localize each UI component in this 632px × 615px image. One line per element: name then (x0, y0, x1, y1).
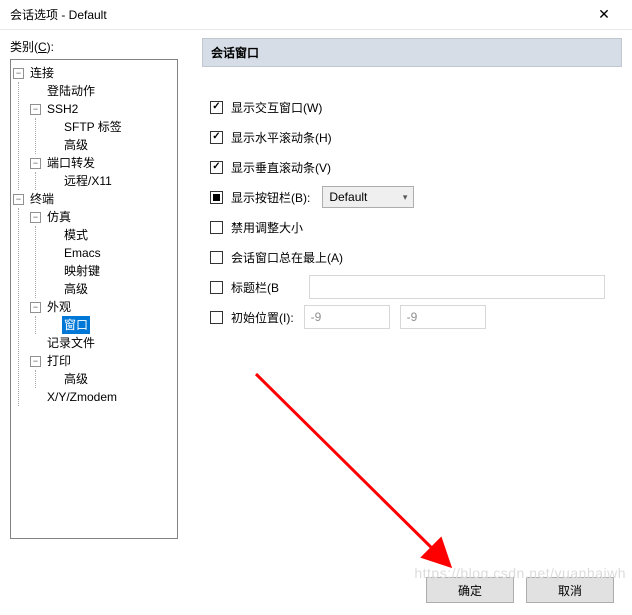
tree-label: SFTP 标签 (62, 118, 124, 136)
init-pos-x[interactable] (304, 305, 390, 329)
tree-item-log[interactable]: 记录文件 (30, 334, 175, 352)
opt-show-btnbar[interactable]: 显示按钮栏(B): Default ▾ (210, 183, 622, 211)
tree-label: 窗口 (62, 316, 90, 334)
opt-titlebar[interactable]: 标题栏(B (210, 273, 622, 301)
tree-item-mapkeys[interactable]: 映射键 (47, 262, 175, 280)
tree-item-logon[interactable]: 登陆动作 (30, 82, 175, 100)
tree-label: 高级 (62, 280, 90, 298)
collapse-icon[interactable]: − (13, 68, 24, 79)
checkbox-label: 标题栏(B (231, 279, 279, 296)
tree-item-sftp[interactable]: SFTP 标签 (47, 118, 175, 136)
tree-item-emulation[interactable]: − 仿真 (30, 208, 175, 226)
checkbox-icon[interactable] (210, 161, 223, 174)
checkbox-icon[interactable] (210, 281, 223, 294)
btnbar-select[interactable]: Default ▾ (322, 186, 414, 208)
opt-always-top[interactable]: 会话窗口总在最上(A) (210, 243, 622, 271)
tree-item-ssh2-adv[interactable]: 高级 (47, 136, 175, 154)
chevron-down-icon: ▾ (403, 192, 408, 203)
checkbox-label: 显示垂直滚动条(V) (231, 159, 331, 176)
collapse-icon[interactable]: − (30, 212, 41, 223)
checkbox-label: 显示按钮栏(B): (231, 189, 310, 206)
tree-label: 高级 (62, 370, 90, 388)
checkbox-label: 初始位置(I): (231, 309, 294, 326)
tree-label: 连接 (28, 64, 56, 82)
select-value: Default (329, 190, 367, 204)
tree-label: Emacs (62, 244, 103, 262)
checkbox-icon[interactable] (210, 101, 223, 114)
tree-label: X/Y/Zmodem (45, 388, 119, 406)
tree-label: 模式 (62, 226, 90, 244)
tree-item-xyz[interactable]: X/Y/Zmodem (30, 388, 175, 406)
category-tree[interactable]: − 连接 登陆动作 − SSH2 SFTP 标签 (10, 59, 178, 539)
tree-label: 记录文件 (45, 334, 97, 352)
content: 类别(C): − 连接 登陆动作 − SSH2 (0, 30, 632, 560)
checkbox-label: 禁用调整大小 (231, 219, 303, 236)
tree-item-terminal[interactable]: − 终端 (13, 190, 175, 208)
tree-label: 终端 (28, 190, 56, 208)
tree-item-emacs[interactable]: Emacs (47, 244, 175, 262)
form: 显示交互窗口(W) 显示水平滚动条(H) 显示垂直滚动条(V) 显示按钮栏(B)… (202, 93, 622, 331)
opt-show-vscroll[interactable]: 显示垂直滚动条(V) (210, 153, 622, 181)
collapse-icon[interactable]: − (30, 104, 41, 115)
checkbox-label: 显示水平滚动条(H) (231, 129, 332, 146)
checkbox-label: 会话窗口总在最上(A) (231, 249, 343, 266)
collapse-icon[interactable]: − (30, 356, 41, 367)
tree-item-ssh2[interactable]: − SSH2 (30, 100, 175, 118)
category-label: 类别(C): (10, 38, 190, 55)
close-icon[interactable]: ✕ (584, 1, 624, 29)
checkbox-icon[interactable] (210, 221, 223, 234)
tree-label: 打印 (45, 352, 73, 370)
tree-label: 远程/X11 (62, 172, 114, 190)
tree-label: 高级 (62, 136, 90, 154)
tree-item-emu-adv[interactable]: 高级 (47, 280, 175, 298)
tree-label: 映射键 (62, 262, 102, 280)
tree-item-window[interactable]: 窗口 (47, 316, 175, 334)
opt-init-pos[interactable]: 初始位置(I): (210, 303, 622, 331)
tree-item-portfwd[interactable]: − 端口转发 (30, 154, 175, 172)
opt-show-hscroll[interactable]: 显示水平滚动条(H) (210, 123, 622, 151)
opt-show-interact[interactable]: 显示交互窗口(W) (210, 93, 622, 121)
tree-label: 登陆动作 (45, 82, 97, 100)
tree-item-print-adv[interactable]: 高级 (47, 370, 175, 388)
tree-item-print[interactable]: − 打印 (30, 352, 175, 370)
checkbox-icon[interactable] (210, 191, 223, 204)
watermark: https://blog.csdn.net/yuanhaiwh (414, 565, 626, 581)
checkbox-icon[interactable] (210, 311, 223, 324)
collapse-icon[interactable]: − (30, 158, 41, 169)
collapse-icon[interactable]: − (13, 194, 24, 205)
tree-label: 端口转发 (45, 154, 97, 172)
tree-item-connection[interactable]: − 连接 (13, 64, 175, 82)
tree-label: 仿真 (45, 208, 73, 226)
init-pos-y[interactable] (400, 305, 486, 329)
collapse-icon[interactable]: − (30, 302, 41, 313)
titlebar: 会话选项 - Default ✕ (0, 0, 632, 30)
tree-label: SSH2 (45, 100, 80, 118)
tree-item-remote[interactable]: 远程/X11 (47, 172, 175, 190)
tree-label: 外观 (45, 298, 73, 316)
tree-item-appearance[interactable]: − 外观 (30, 298, 175, 316)
window-title: 会话选项 - Default (10, 6, 584, 23)
opt-disable-resize[interactable]: 禁用调整大小 (210, 213, 622, 241)
tree-item-modes[interactable]: 模式 (47, 226, 175, 244)
titlebar-input[interactable] (309, 275, 605, 299)
right-column: 会话窗口 显示交互窗口(W) 显示水平滚动条(H) 显示垂直滚动条(V) 显示按… (190, 38, 622, 560)
checkbox-label: 显示交互窗口(W) (231, 99, 322, 116)
left-column: 类别(C): − 连接 登陆动作 − SSH2 (10, 38, 190, 560)
section-title: 会话窗口 (202, 38, 622, 67)
checkbox-icon[interactable] (210, 251, 223, 264)
checkbox-icon[interactable] (210, 131, 223, 144)
